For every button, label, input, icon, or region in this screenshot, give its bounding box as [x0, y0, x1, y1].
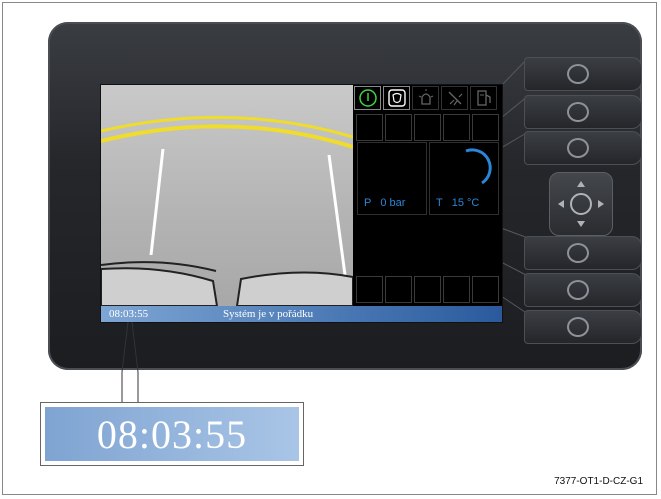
time-zoom-callout: 08:03:55 — [40, 402, 304, 466]
zoomed-time: 08:03:55 — [45, 407, 299, 461]
reference-code: 7377-OT1-D-CZ-G1 — [554, 476, 643, 487]
